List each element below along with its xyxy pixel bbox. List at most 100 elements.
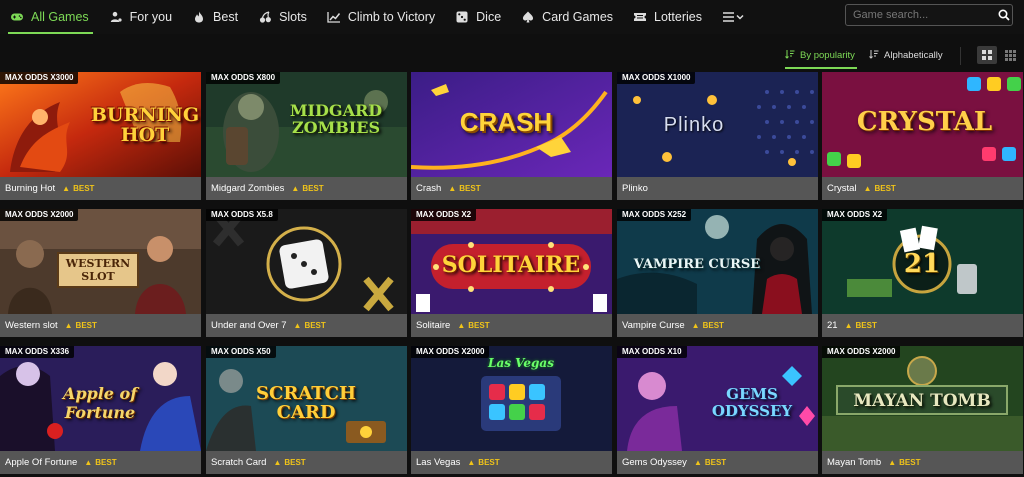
game-title: Crash bbox=[416, 183, 442, 194]
best-label: BEST bbox=[95, 458, 117, 467]
game-title: Western slot bbox=[5, 320, 58, 331]
nav-dice[interactable]: Dice bbox=[445, 0, 511, 34]
nav-climb-to-victory[interactable]: Climb to Victory bbox=[317, 0, 445, 34]
game-card-under-and-over-7[interactable]: MAX ODDS X5.8 Under and Over 7 ▲ BEST bbox=[206, 209, 407, 337]
game-caption: Western slot ▲ BEST bbox=[0, 314, 201, 337]
game-card-scratch-card[interactable]: MAX ODDS X50 SCRATCH CARD Scratch Card ▲… bbox=[206, 346, 407, 474]
user-icon bbox=[109, 10, 123, 24]
game-caption: Burning Hot ▲ BEST bbox=[0, 177, 201, 200]
game-caption: Scratch Card ▲ BEST bbox=[206, 451, 407, 474]
large-grid-icon bbox=[982, 50, 992, 60]
search-icon[interactable] bbox=[995, 9, 1012, 21]
best-badge: ▲ BEST bbox=[692, 321, 724, 330]
game-title: Solitaire bbox=[416, 320, 451, 331]
nav-card-games[interactable]: Card Games bbox=[511, 0, 623, 34]
view-small-grid-button[interactable] bbox=[1000, 46, 1020, 64]
nav-more-menu[interactable] bbox=[712, 0, 761, 34]
game-logo: SCRATCH CARD bbox=[256, 383, 356, 423]
game-thumbnail: MAX ODDS X2000 MAYAN TOMB bbox=[822, 346, 1023, 451]
game-caption: Gems Odyssey ▲ BEST bbox=[617, 451, 818, 474]
nav-label: Card Games bbox=[542, 10, 614, 24]
game-logo: WESTERN SLOT bbox=[57, 252, 139, 288]
nav-slots[interactable]: Slots bbox=[248, 0, 317, 34]
game-caption: Vampire Curse ▲ BEST bbox=[617, 314, 818, 337]
sort-by-popularity[interactable]: By popularity bbox=[785, 44, 857, 69]
game-title: Burning Hot bbox=[5, 183, 56, 194]
sort-label: By popularity bbox=[800, 49, 855, 61]
nav-label: For you bbox=[129, 10, 173, 24]
flame-icon: ▲ bbox=[64, 321, 73, 330]
nav-label: Lotteries bbox=[654, 10, 702, 24]
max-odds-badge: MAX ODDS X2 bbox=[411, 209, 477, 221]
max-odds-badge: MAX ODDS X2000 bbox=[822, 346, 901, 358]
game-card-crash[interactable]: CRASH Crash ▲ BEST bbox=[411, 72, 612, 200]
flame-icon: ▲ bbox=[273, 458, 282, 467]
best-badge: ▲ BEST bbox=[291, 184, 323, 193]
game-caption: Midgard Zombies ▲ BEST bbox=[206, 177, 407, 200]
nav-best[interactable]: Best bbox=[182, 0, 248, 34]
top-navigation: All Games For you Best Slots Climb to Vi… bbox=[0, 0, 1024, 34]
best-badge: ▲ BEST bbox=[694, 458, 726, 467]
game-card-midgard-zombies[interactable]: MAX ODDS X800 MIDGARD ZOMBIES Midgard Zo… bbox=[206, 72, 407, 200]
dice-icon bbox=[455, 10, 469, 24]
game-card-western-slot[interactable]: MAX ODDS X2000 WESTERN SLOT Western slot… bbox=[0, 209, 201, 337]
game-title: Scratch Card bbox=[211, 457, 267, 468]
game-thumbnail: MAX ODDS X50 SCRATCH CARD bbox=[206, 346, 407, 451]
best-label: BEST bbox=[459, 184, 481, 193]
best-label: BEST bbox=[73, 184, 95, 193]
game-title: Under and Over 7 bbox=[211, 320, 287, 331]
nav-label: Climb to Victory bbox=[347, 10, 436, 24]
max-odds-badge: MAX ODDS X2000 bbox=[411, 346, 490, 358]
flame-icon: ▲ bbox=[291, 184, 300, 193]
nav-all-games[interactable]: All Games bbox=[0, 0, 99, 34]
game-card-gems-odyssey[interactable]: MAX ODDS X10 GEMS ODYSSEY Gems Odyssey ▲… bbox=[617, 346, 818, 474]
best-badge: ▲ BEST bbox=[84, 458, 116, 467]
nav-for-you[interactable]: For you bbox=[99, 0, 182, 34]
game-thumbnail: MAX ODDS X252 VAMPIRE CURSE bbox=[617, 209, 818, 314]
sort-alpha-icon bbox=[869, 49, 879, 62]
max-odds-badge: MAX ODDS X336 bbox=[0, 346, 75, 358]
game-card-vampire-curse[interactable]: MAX ODDS X252 VAMPIRE CURSE Vampire Curs… bbox=[617, 209, 818, 337]
game-thumbnail: CRASH bbox=[411, 72, 612, 177]
best-badge: ▲ BEST bbox=[448, 184, 480, 193]
best-badge: ▲ BEST bbox=[864, 184, 896, 193]
game-card-solitaire[interactable]: MAX ODDS X2 SOLITAIRE Solitaire ▲ BEST bbox=[411, 209, 612, 337]
game-thumbnail: MAX ODDS X1000 Plinko bbox=[617, 72, 818, 177]
best-badge: ▲ BEST bbox=[888, 458, 920, 467]
chart-line-icon bbox=[327, 10, 341, 24]
game-card-apple-of-fortune[interactable]: MAX ODDS X336 Apple of Fortune Apple Of … bbox=[0, 346, 201, 474]
game-card-mayan-tomb[interactable]: MAX ODDS X2000 MAYAN TOMB Mayan Tomb ▲ BE… bbox=[822, 346, 1023, 474]
nav-label: Dice bbox=[476, 10, 502, 24]
max-odds-badge: MAX ODDS X5.8 bbox=[206, 209, 278, 221]
game-card-las-vegas[interactable]: MAX ODDS X2000 Las Vegas Las Vegas ▲ BEST bbox=[411, 346, 612, 474]
flame-icon: ▲ bbox=[693, 458, 702, 467]
search-input[interactable] bbox=[846, 9, 995, 21]
flame-icon: ▲ bbox=[293, 321, 302, 330]
game-thumbnail: MAX ODDS X10 GEMS ODYSSEY bbox=[617, 346, 818, 451]
flame-icon: ▲ bbox=[863, 184, 872, 193]
sort-alphabetically[interactable]: Alphabetically bbox=[869, 44, 943, 66]
game-card-21[interactable]: MAX ODDS X2 21 21 ▲ BEST bbox=[822, 209, 1023, 337]
best-label: BEST bbox=[874, 184, 896, 193]
game-card-crystal[interactable]: CRYSTAL Crystal ▲ BEST bbox=[822, 72, 1023, 200]
game-title: Apple Of Fortune bbox=[5, 457, 78, 468]
game-title: Vampire Curse bbox=[622, 320, 685, 331]
best-label: BEST bbox=[304, 321, 326, 330]
best-badge: ▲ BEST bbox=[273, 458, 305, 467]
best-label: BEST bbox=[855, 321, 877, 330]
flame-icon: ▲ bbox=[844, 321, 853, 330]
best-badge: ▲ BEST bbox=[65, 321, 97, 330]
flame-icon: ▲ bbox=[62, 184, 71, 193]
divider bbox=[960, 47, 961, 65]
game-thumbnail: MAX ODDS X800 MIDGARD ZOMBIES bbox=[206, 72, 407, 177]
best-label: BEST bbox=[284, 458, 306, 467]
best-label: BEST bbox=[75, 321, 97, 330]
game-card-plinko[interactable]: MAX ODDS X1000 Plinko Plinko bbox=[617, 72, 818, 200]
game-card-burning-hot[interactable]: MAX ODDS X3000 BURNING HOT Burning Hot ▲… bbox=[0, 72, 201, 200]
best-badge: ▲ BEST bbox=[845, 321, 877, 330]
max-odds-badge: MAX ODDS X50 bbox=[206, 346, 276, 358]
view-large-grid-button[interactable] bbox=[977, 46, 997, 64]
flame-icon: ▲ bbox=[84, 458, 93, 467]
game-caption: 21 ▲ BEST bbox=[822, 314, 1023, 337]
nav-lotteries[interactable]: Lotteries bbox=[623, 0, 712, 34]
